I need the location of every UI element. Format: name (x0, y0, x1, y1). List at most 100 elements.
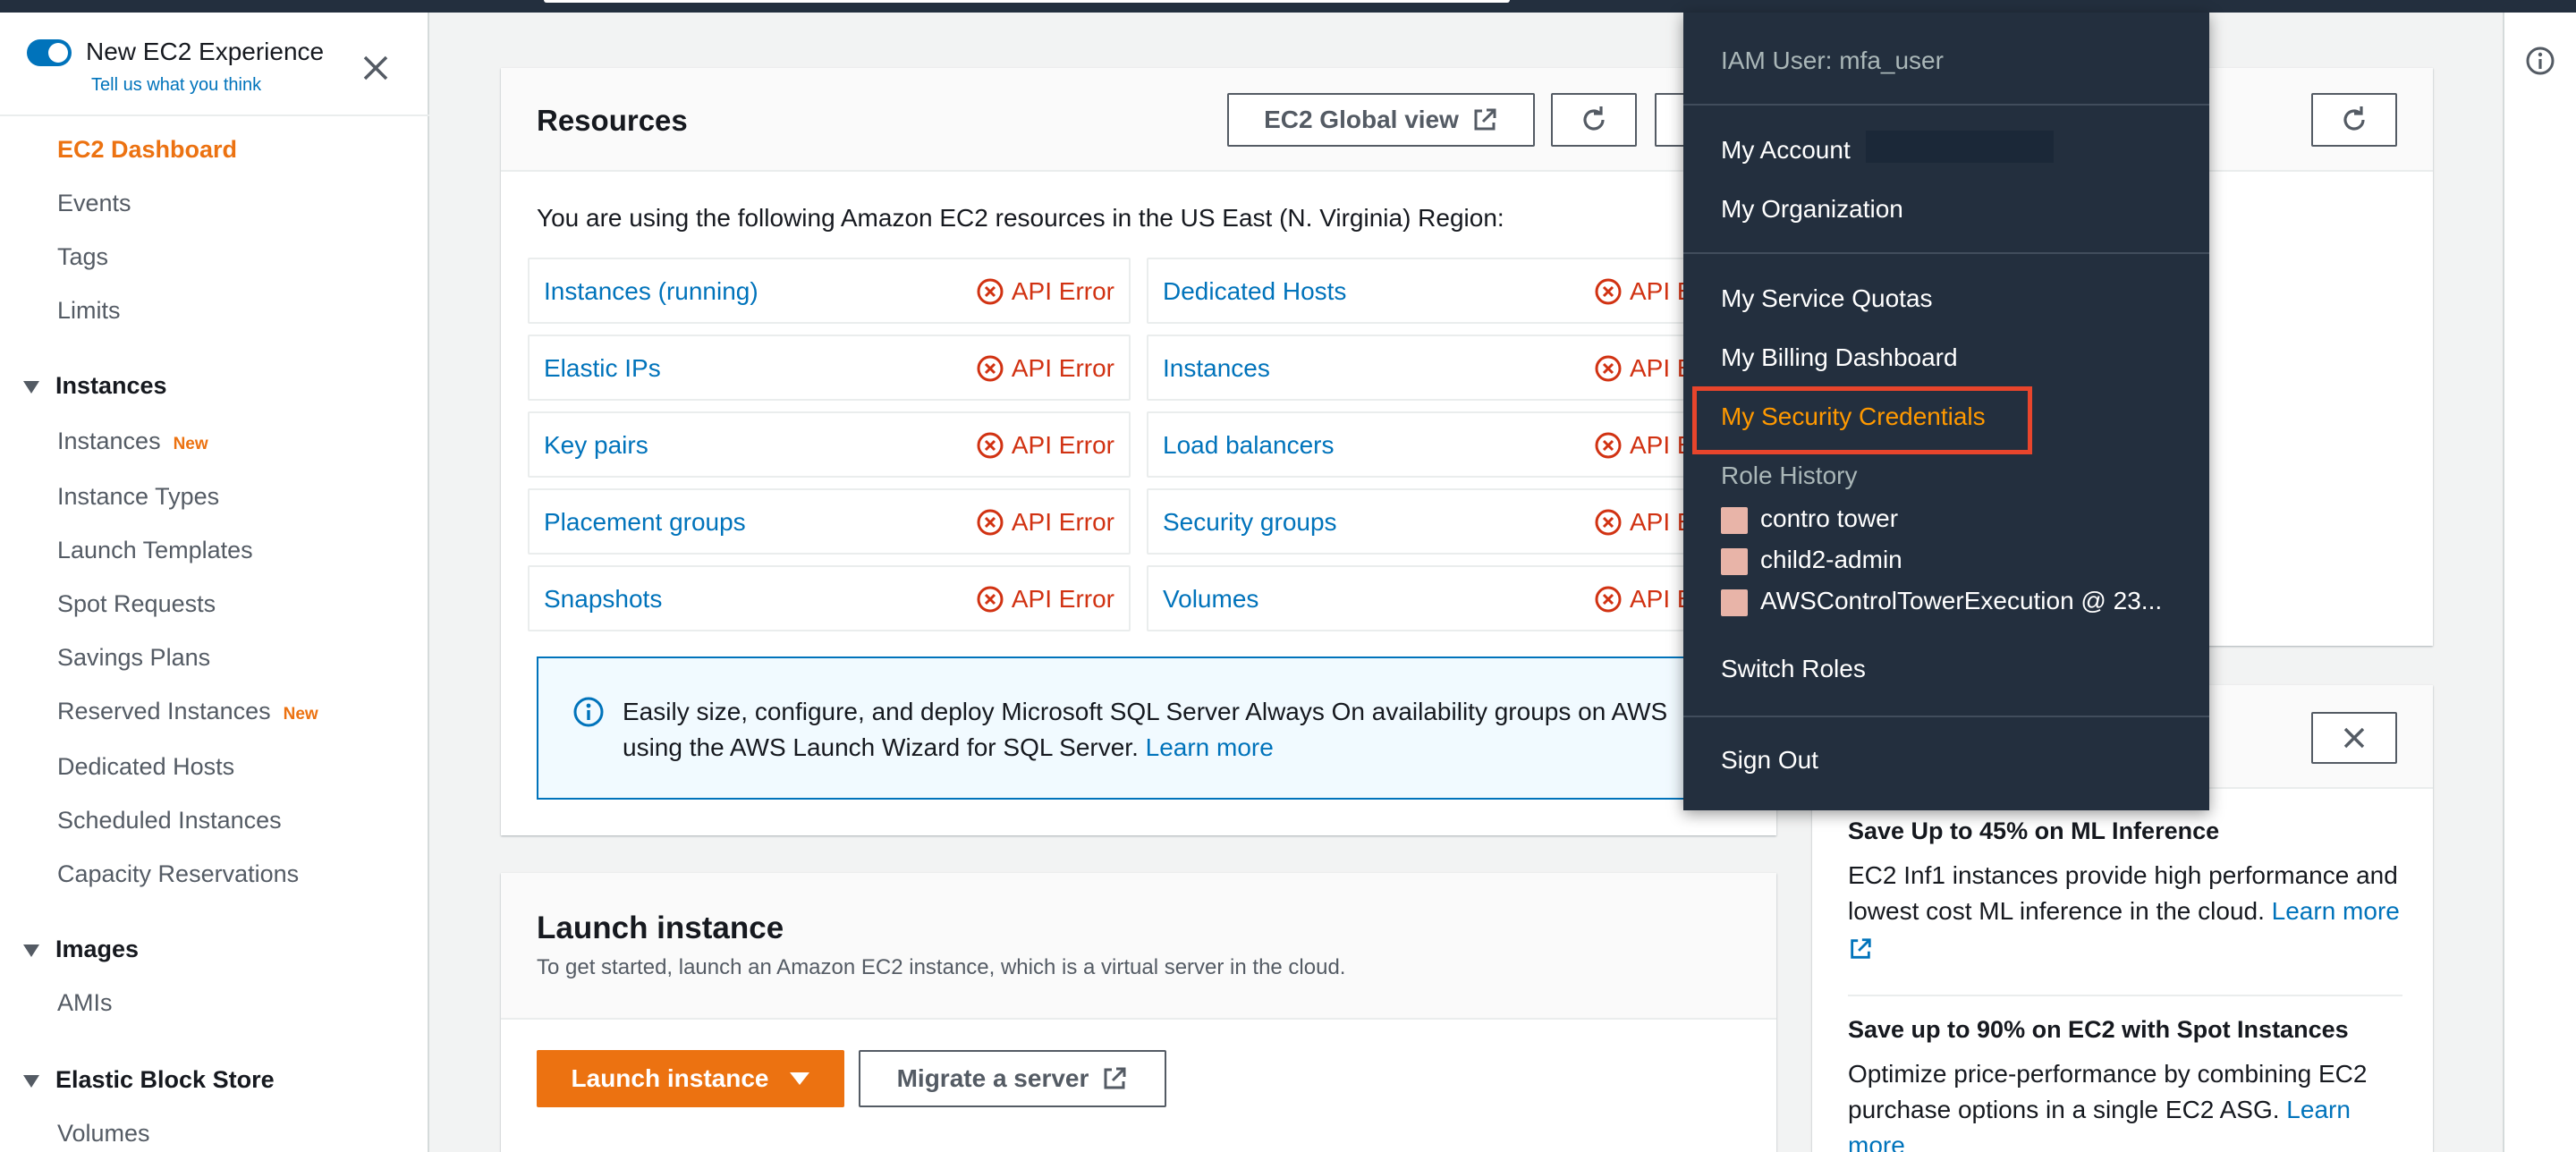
new-badge: New (283, 705, 318, 724)
launch-title: Launch instance (537, 911, 784, 945)
info-icon (573, 697, 604, 727)
resource-link[interactable]: Security groups (1163, 508, 1337, 537)
dismiss-button[interactable] (2311, 712, 2397, 764)
sidebar-item-scheduled-instances[interactable]: Scheduled Instances (57, 807, 282, 834)
launch-header (501, 873, 1776, 1020)
resources-title: Resources (537, 104, 688, 137)
feedback-link[interactable]: Tell us what you think (91, 75, 261, 96)
role-history-item[interactable]: contro tower (1721, 504, 1898, 534)
promo-title: Save up to 90% on EC2 with Spot Instance… (1848, 1016, 2349, 1043)
launch-instance-button[interactable]: Launch instance (537, 1050, 844, 1107)
sidebar-item-launch-templates[interactable]: Launch Templates (57, 537, 253, 564)
resource-link[interactable]: Elastic IPs (544, 354, 661, 383)
status-text: API Error (1011, 431, 1114, 459)
switch-roles-link[interactable]: Switch Roles (1721, 655, 1866, 683)
resource-link[interactable]: Key pairs (544, 431, 648, 460)
resource-link[interactable]: Volumes (1163, 585, 1258, 614)
sidebar-item-capacity-reservations[interactable]: Capacity Reservations (57, 860, 299, 888)
refresh-icon (1583, 106, 1605, 131)
sidebar-item-tags[interactable]: Tags (57, 243, 108, 271)
sidebar-section-elastic-block-store[interactable]: Elastic Block Store (23, 1066, 275, 1094)
resource-cell: Instances (running) API Error (528, 258, 1131, 324)
launch-subtitle: To get started, launch an Amazon EC2 ins… (537, 955, 1346, 979)
sidebar-item-events[interactable]: Events (57, 190, 131, 217)
sidebar-item-dedicated-hosts[interactable]: Dedicated Hosts (57, 753, 234, 781)
sidebar-section-images[interactable]: Images (23, 936, 139, 963)
error-icon (1595, 355, 1622, 382)
sidebar-item-limits[interactable]: Limits (57, 297, 121, 325)
role-name: contro tower (1760, 504, 1899, 532)
resource-cell: Volumes API E (1147, 565, 1750, 631)
sidebar-section-instances[interactable]: Instances (23, 372, 167, 400)
migrate-server-button[interactable]: Migrate a server (859, 1050, 1166, 1107)
iam-user-label: IAM User: mfa_user (1721, 47, 1944, 74)
resource-link[interactable]: Snapshots (544, 585, 662, 614)
resource-link[interactable]: Instances (1163, 354, 1270, 383)
role-name: AWSControlTowerExecution @ 23... (1760, 587, 2163, 614)
search-bar[interactable] (544, 0, 1510, 3)
button-label: Migrate a server (896, 1064, 1089, 1092)
status-text: API Error (1011, 354, 1114, 382)
learn-more-link[interactable]: Learn more (2272, 897, 2400, 925)
learn-more-link[interactable]: Learn more (1146, 733, 1274, 761)
role-history-label: Role History (1721, 462, 1858, 489)
error-icon (977, 509, 1004, 536)
resource-cell: Elastic IPs API Error (528, 335, 1131, 401)
sidebar-item-spot-requests[interactable]: Spot Requests (57, 590, 216, 618)
role-history-item[interactable]: AWSControlTowerExecution @ 23... (1721, 587, 2162, 616)
sidebar-item-instance-types[interactable]: Instance Types (57, 483, 219, 511)
resource-link[interactable]: Dedicated Hosts (1163, 277, 1346, 306)
resource-cell: Dedicated Hosts API E (1147, 258, 1750, 324)
sidebar-item-label: Reserved Instances (57, 698, 271, 724)
sidebar-item-amis[interactable]: AMIs (57, 989, 113, 1017)
api-error-status: API Error (976, 508, 1114, 537)
annotation-highlight-box (1692, 386, 2032, 454)
caret-down-icon (790, 1072, 810, 1085)
api-error-status: API Error (976, 354, 1114, 383)
promo-text: EC2 Inf1 instances provide high performa… (1848, 858, 2402, 965)
close-icon[interactable] (358, 50, 394, 86)
section-title: Images (55, 936, 140, 962)
caret-down-icon (23, 380, 39, 394)
sidebar-item-savings-plans[interactable]: Savings Plans (57, 644, 210, 672)
resource-link[interactable]: Placement groups (544, 508, 746, 537)
sidebar-item-ec2-dashboard[interactable]: EC2 Dashboard (57, 136, 237, 164)
sign-out-link[interactable]: Sign Out (1721, 746, 1818, 775)
my-account-link[interactable]: My Account (1721, 136, 1851, 165)
resource-cell: Key pairs API Error (528, 411, 1131, 478)
role-color-swatch (1721, 506, 1748, 534)
my-organization-link[interactable]: My Organization (1721, 195, 1903, 224)
error-icon (1595, 586, 1622, 613)
toggle-knob (48, 43, 68, 63)
api-error-status: API E (1594, 585, 1694, 614)
error-icon (1595, 432, 1622, 459)
resource-link[interactable]: Load balancers (1163, 431, 1334, 460)
service-quotas-link[interactable]: My Service Quotas (1721, 284, 1933, 313)
close-icon (2343, 727, 2365, 749)
status-text: API Error (1011, 508, 1114, 536)
api-error-status: API Error (976, 585, 1114, 614)
refresh-button[interactable] (2311, 93, 2397, 147)
role-history-item[interactable]: child2-admin (1721, 546, 1902, 575)
promo-spot-instances: Save up to 90% on EC2 with Spot Instance… (1848, 1016, 2402, 1152)
refresh-button[interactable] (1551, 93, 1637, 147)
sidebar: New EC2 Experience Tell us what you thin… (0, 13, 429, 1152)
divider (1848, 995, 2402, 996)
sidebar-item-instances[interactable]: Instances New (57, 428, 208, 455)
sidebar-item-volumes[interactable]: Volumes (57, 1120, 150, 1148)
info-alert: Easily size, configure, and deploy Micro… (537, 656, 1762, 800)
sidebar-item-reserved-instances[interactable]: Reserved Instances New (57, 698, 318, 725)
resource-link[interactable]: Instances (running) (544, 277, 758, 306)
top-navigation-bar (0, 0, 2576, 13)
new-badge: New (173, 435, 208, 453)
info-icon[interactable] (2524, 45, 2556, 77)
resource-cell: Security groups API E (1147, 488, 1750, 555)
api-error-status: API E (1594, 431, 1694, 460)
new-experience-toggle[interactable] (27, 39, 72, 66)
external-link-icon (1851, 937, 1871, 959)
caret-down-icon (23, 944, 39, 957)
new-experience-label: New EC2 Experience (86, 38, 325, 65)
ec2-global-view-button[interactable]: EC2 Global view (1227, 93, 1535, 147)
api-error-status: API Error (976, 431, 1114, 460)
billing-dashboard-link[interactable]: My Billing Dashboard (1721, 343, 1958, 372)
